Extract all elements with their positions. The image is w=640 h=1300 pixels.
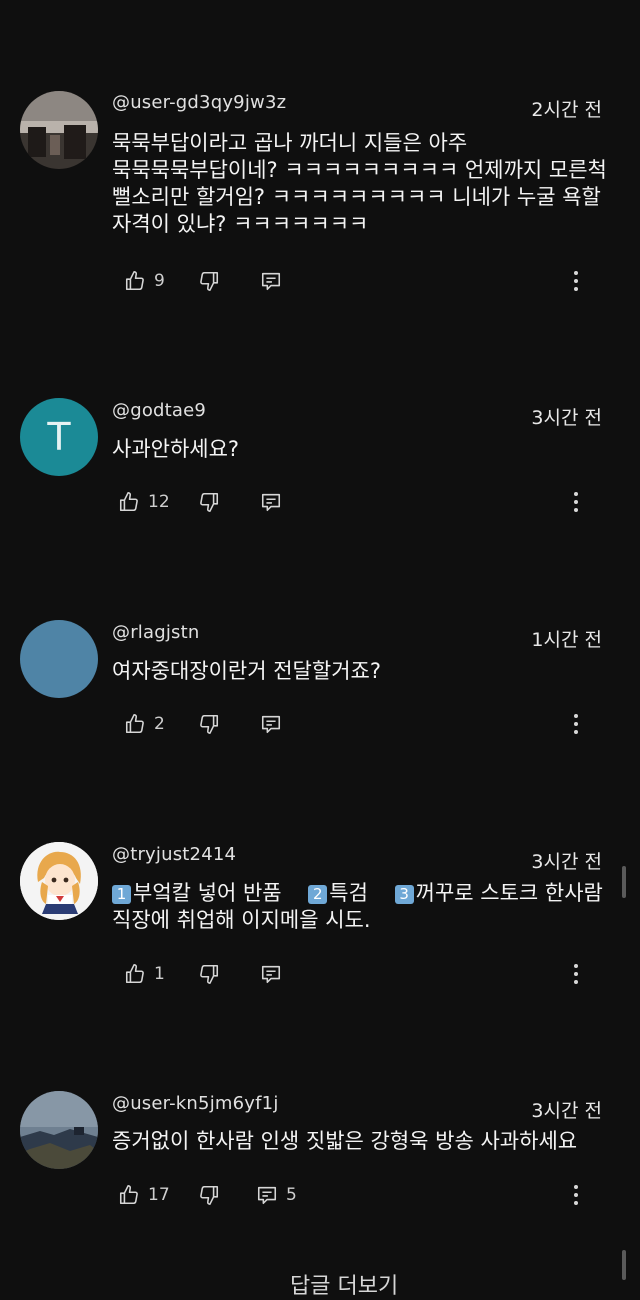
comment-author[interactable]: @user-kn5jm6yf1j [112,1093,279,1114]
more-vertical-icon[interactable] [566,266,586,296]
more-vertical-icon[interactable] [566,1180,586,1210]
avatar[interactable] [20,842,98,920]
thumbs-down-icon [200,271,219,291]
comment-actions: 2 [112,709,612,739]
thumbs-down-icon [200,1185,219,1205]
keycap-2-icon: 2 [308,885,328,904]
like-button[interactable]: 9 [124,266,165,296]
avatar[interactable] [20,91,98,169]
thumbs-down-icon [200,492,219,512]
comment-text: 증거없이 한사람 인생 짓밟은 강형욱 방송 사과하세요 [112,1129,578,1153]
dislike-button[interactable] [198,1180,220,1210]
comment-text: 사과안하세요? [112,437,240,461]
reply-icon [261,715,281,734]
avatar[interactable] [20,620,98,698]
dislike-button[interactable] [198,709,220,739]
thumbs-up-icon [119,1185,138,1205]
dislike-button[interactable] [198,266,220,296]
reply-count: 5 [286,1185,297,1205]
comment-time: 3시간 전 [531,851,602,873]
like-button[interactable]: 2 [124,709,165,739]
like-count: 17 [148,1185,170,1205]
keycap-1-icon: 1 [112,885,131,904]
reply-icon [261,272,281,291]
more-vertical-icon[interactable] [566,959,586,989]
comment-text: 여자중대장이란거 전달할거죠? [112,659,381,683]
scrollbar-thumb-lower[interactable] [622,1250,626,1280]
thumbs-up-icon [125,271,144,291]
avatar[interactable]: T [20,398,98,476]
thumbs-up-icon [119,492,138,512]
comment-text: 묵묵부답이라고 곱나 까더니 지들은 아주 묵묵묵묵부답이네? ㅋㅋㅋㅋㅋㅋㅋㅋ… [112,131,607,236]
avatar[interactable] [20,1091,98,1169]
reply-button[interactable]: 5 [256,1180,297,1210]
like-button[interactable]: 1 [124,959,165,989]
comment-time: 3시간 전 [531,407,602,429]
reply-icon [257,1186,277,1205]
comment-author[interactable]: @godtae9 [112,400,206,421]
comment-time: 1시간 전 [531,629,602,651]
reply-icon [261,493,281,512]
thumbs-up-icon [125,964,144,984]
like-count: 9 [154,271,165,291]
like-count: 2 [154,714,165,734]
like-count: 12 [148,492,170,512]
comment-author[interactable]: @rlagjstn [112,622,200,643]
numbered-point: 2 특검 [308,881,368,905]
more-vertical-icon[interactable] [566,709,586,739]
reply-icon [261,965,281,984]
dislike-button[interactable] [198,487,220,517]
reply-button[interactable] [260,959,282,989]
keycap-3-icon: 3 [394,885,414,904]
show-more-replies-partial[interactable]: 답글 더보기 [290,1268,398,1300]
comment-time: 2시간 전 [531,99,602,121]
avatar-photo [20,91,98,169]
comment-author[interactable]: @user-gd3qy9jw3z [112,92,286,113]
avatar-photo [20,1091,98,1169]
like-count: 1 [154,964,165,984]
thumbs-up-icon [125,714,144,734]
thumbs-down-icon [200,714,219,734]
like-button[interactable]: 12 [118,487,170,517]
comment-actions: 1 [112,959,612,989]
comment-actions: 12 [112,487,612,517]
avatar-letter: T [47,415,71,459]
comment-actions: 9 [112,266,612,296]
comment-author[interactable]: @tryjust2414 [112,844,236,865]
thumbs-down-icon [200,964,219,984]
more-vertical-icon[interactable] [566,487,586,517]
avatar-anime-illustration [20,842,98,920]
reply-button[interactable] [260,266,282,296]
comment-time: 3시간 전 [531,1100,602,1122]
reply-button[interactable] [260,487,282,517]
comment-text: 1 부엌칼 넣어 반품 2 특검 3 꺼꾸로 스토크 한사람 직장에 취업해 이지메을… [112,880,608,934]
like-button[interactable]: 17 [118,1180,170,1210]
numbered-point: 1 부엌칼 넣어 반품 [112,881,282,905]
comment-actions: 17 5 [112,1180,612,1210]
reply-button[interactable] [260,709,282,739]
scrollbar-thumb[interactable] [622,866,626,898]
dislike-button[interactable] [198,959,220,989]
